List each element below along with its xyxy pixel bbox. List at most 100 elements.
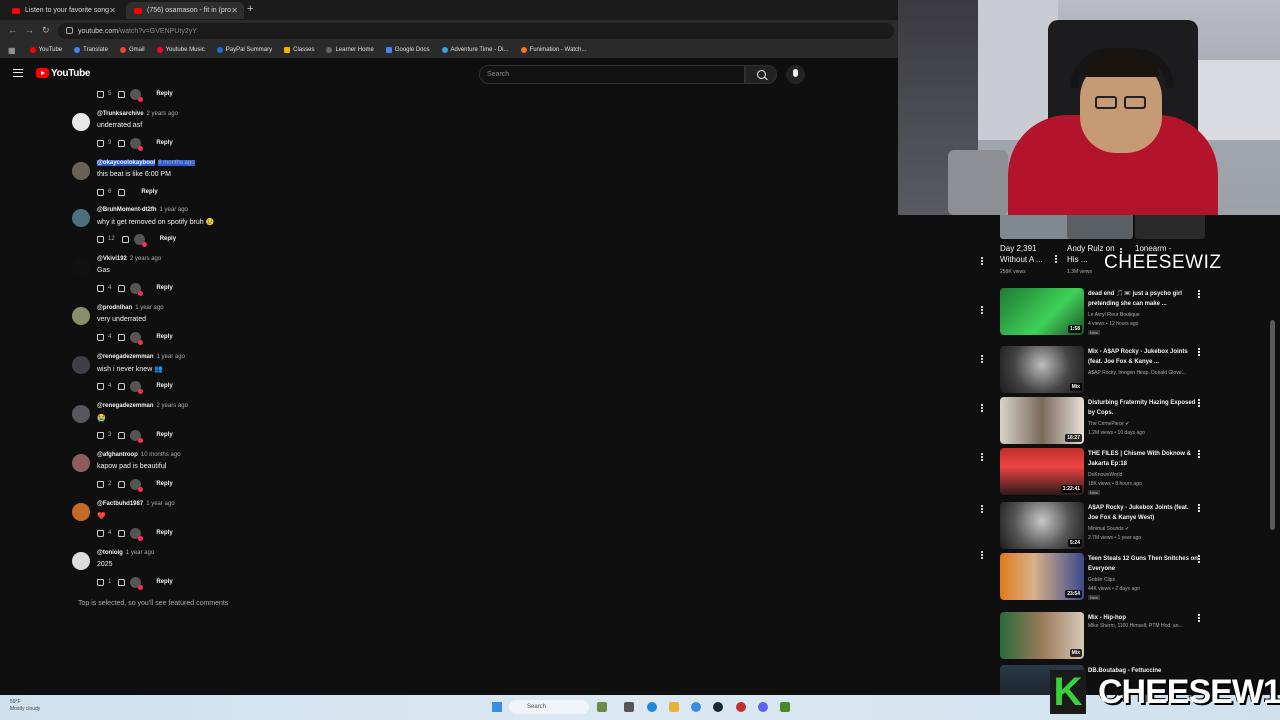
- menu-icon[interactable]: [13, 69, 23, 77]
- avatar[interactable]: [72, 113, 90, 131]
- comment-handle[interactable]: @renegadezemman 2 years ago: [97, 403, 188, 409]
- channel-name[interactable]: Le Avryl Fleur Boutique: [1088, 312, 1140, 318]
- comment-handle[interactable]: @okaycoolokaybool 8 months ago: [97, 160, 195, 166]
- discord-icon[interactable]: [758, 702, 768, 712]
- video-item[interactable]: Mix Mix - Hip-hop Mike Sherm, 1100 Himse…: [1000, 612, 1210, 660]
- reply-button[interactable]: Reply: [156, 432, 172, 438]
- reply-button[interactable]: Reply: [156, 285, 172, 291]
- more-options-icon[interactable]: [981, 306, 983, 314]
- back-icon[interactable]: ←: [8, 25, 17, 35]
- reply-button[interactable]: Reply: [156, 530, 172, 536]
- more-options-icon[interactable]: [981, 551, 983, 559]
- comment-handle[interactable]: @BruhMoment-dt2fh 1 year ago: [97, 207, 188, 213]
- video-title[interactable]: A$AP Rocky - Jukebox Joints (feat. Joe F…: [1088, 503, 1200, 523]
- dislike-icon[interactable]: [118, 188, 126, 196]
- reply-button[interactable]: Reply: [156, 579, 172, 585]
- more-options-icon[interactable]: [1198, 290, 1200, 298]
- search-input[interactable]: Search: [479, 65, 745, 84]
- avatar[interactable]: [72, 258, 90, 276]
- comment-handle[interactable]: @renegadezemman 1 year ago: [97, 354, 185, 360]
- reload-icon[interactable]: ↻: [42, 25, 50, 36]
- more-options-icon[interactable]: [1198, 504, 1200, 512]
- comment-handle[interactable]: @afghantroop 10 months ago: [97, 452, 181, 458]
- comment-handle[interactable]: @Factbuhd1987 1 year ago: [97, 501, 175, 507]
- steam-icon[interactable]: [713, 702, 723, 712]
- video-thumbnail[interactable]: [1135, 215, 1205, 239]
- like-icon[interactable]: [97, 431, 104, 439]
- channel-name[interactable]: Mike Sherm, 1100 Himself, PTM Hod, an...: [1088, 623, 1183, 629]
- file-explorer-icon[interactable]: [669, 702, 679, 712]
- video-title[interactable]: His ...: [1067, 255, 1087, 265]
- avatar[interactable]: [72, 356, 90, 374]
- video-thumbnail[interactable]: 16:27: [1000, 397, 1084, 444]
- dislike-icon[interactable]: [118, 529, 126, 537]
- site-info-icon[interactable]: [66, 27, 73, 34]
- dislike-icon[interactable]: [118, 139, 126, 147]
- dislike-icon[interactable]: [118, 431, 126, 439]
- video-item[interactable]: 1:22:41 THE FILES | Chisme With Doknow &…: [1000, 448, 1210, 496]
- video-item[interactable]: 23:54 Teen Steals 12 Guns Then Snitches …: [1000, 553, 1210, 601]
- bookmark-youtube-music[interactable]: Youtube Music: [156, 47, 205, 53]
- comment-handle[interactable]: @tonioig 1 year ago: [97, 550, 154, 556]
- sidebar-scrollbar[interactable]: [1270, 320, 1275, 530]
- more-options-icon[interactable]: [1198, 614, 1200, 622]
- video-thumbnail[interactable]: 1:22:41: [1000, 448, 1084, 495]
- video-item[interactable]: 1:58 dead end 🎵📼 just a psycho girl pret…: [1000, 288, 1210, 336]
- video-title[interactable]: THE FILES | Chisme With Doknow & Jakarta…: [1088, 449, 1200, 469]
- reply-button[interactable]: Reply: [156, 383, 172, 389]
- video-item[interactable]: Mix Mix - A$AP Rocky - Jukebox Joints (f…: [1000, 346, 1210, 394]
- new-tab-icon[interactable]: +: [247, 3, 253, 15]
- forward-icon[interactable]: →: [25, 25, 34, 35]
- like-icon[interactable]: [97, 90, 104, 98]
- avatar[interactable]: [72, 503, 90, 521]
- widgets-icon[interactable]: [597, 702, 607, 712]
- video-title[interactable]: Mix - Hip-hop: [1088, 613, 1200, 623]
- channel-name[interactable]: Minimal Sounds ✔: [1088, 526, 1129, 532]
- reply-button[interactable]: Reply: [156, 140, 172, 146]
- apps-grid-icon[interactable]: ▦: [8, 46, 16, 55]
- like-icon[interactable]: [97, 333, 104, 341]
- video-title[interactable]: Disturbing Fraternity Hazing Exposed by …: [1088, 398, 1200, 418]
- bookmark-funimation[interactable]: Funimation - Watch...: [520, 47, 586, 53]
- search-icon[interactable]: [745, 65, 777, 84]
- avatar[interactable]: [72, 162, 90, 180]
- edge-icon[interactable]: [647, 702, 657, 712]
- bookmark-google-docs[interactable]: Google Docs: [385, 47, 430, 53]
- url-field[interactable]: youtube.com/watch?v=GVENPUty2yY: [58, 23, 894, 39]
- dislike-icon[interactable]: [118, 382, 126, 390]
- more-options-icon[interactable]: [981, 355, 983, 363]
- comment-handle[interactable]: @Vkivi192 2 years ago: [97, 256, 161, 262]
- reply-button[interactable]: Reply: [160, 236, 176, 242]
- bookmark-classes[interactable]: Classes: [284, 47, 314, 53]
- channel-name[interactable]: A$AP Rocky, Imogen Heap, Donald Glove...: [1088, 370, 1186, 376]
- comment-handle[interactable]: @prodnlhan 1 year ago: [97, 305, 164, 311]
- avatar[interactable]: [72, 307, 90, 325]
- dislike-icon[interactable]: [118, 480, 126, 488]
- weather-widget[interactable]: 59°F Mostly cloudy: [10, 699, 40, 713]
- more-options-icon[interactable]: [1198, 450, 1200, 458]
- bookmark-gmail[interactable]: Gmail: [119, 47, 145, 53]
- video-thumbnail[interactable]: Mix: [1000, 346, 1084, 393]
- bookmark-youtube[interactable]: YouTube: [29, 47, 62, 53]
- avatar[interactable]: [72, 454, 90, 472]
- more-options-icon[interactable]: [1055, 255, 1057, 263]
- youtube-logo-icon[interactable]: [36, 68, 49, 78]
- close-tab-icon[interactable]: ✕: [231, 6, 238, 15]
- video-item[interactable]: 5:24 A$AP Rocky - Jukebox Joints (feat. …: [1000, 502, 1210, 550]
- more-options-icon[interactable]: [981, 404, 983, 412]
- comment-handle[interactable]: @Trunksarchive 2 years ago: [97, 111, 178, 117]
- reply-button[interactable]: Reply: [156, 91, 172, 97]
- video-title[interactable]: Day 2,391: [1000, 244, 1036, 254]
- avatar[interactable]: [72, 405, 90, 423]
- channel-name[interactable]: The CrimePiece ✔: [1088, 421, 1129, 427]
- windows-start-icon[interactable]: [492, 702, 502, 712]
- dislike-icon[interactable]: [118, 90, 126, 98]
- task-view-icon[interactable]: [624, 702, 634, 712]
- video-thumbnail[interactable]: [1067, 215, 1133, 239]
- avatar[interactable]: [72, 209, 90, 227]
- like-icon[interactable]: [97, 139, 104, 147]
- reply-button[interactable]: Reply: [141, 189, 157, 195]
- tab-osamason[interactable]: (756) osamason - fit in (pro ✕: [126, 2, 244, 19]
- reply-button[interactable]: Reply: [156, 334, 172, 340]
- video-title[interactable]: Teen Steals 12 Guns Then Snitches on Eve…: [1088, 554, 1200, 574]
